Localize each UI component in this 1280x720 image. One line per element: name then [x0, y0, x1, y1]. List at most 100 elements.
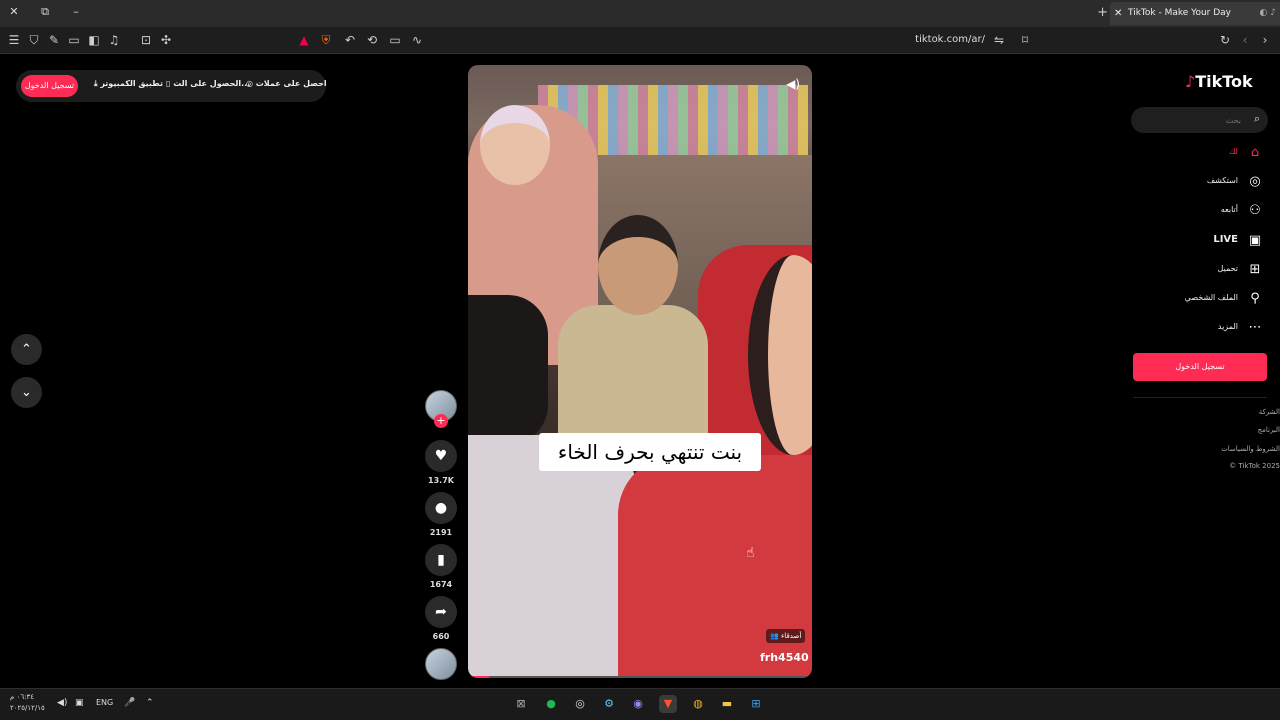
bookmark-icon: ▮ [437, 552, 445, 568]
like-button[interactable]: ♥ [425, 440, 457, 472]
brave-rewards-icon[interactable]: ▲ [296, 32, 312, 48]
browser-tab-tiktok[interactable]: ✕ TikTok - Make Your Day ◐ ♪ [1110, 2, 1280, 25]
sidebar-item-for-you[interactable]: لك ⌂ [1130, 143, 1270, 165]
footer-link-company[interactable]: الشركة [1200, 408, 1280, 416]
site-settings-icon[interactable]: ⇋ [991, 32, 1007, 48]
friends-icon: 👥 [770, 632, 779, 640]
game-app-icon[interactable]: ◎ [571, 695, 589, 713]
video-author[interactable]: frh4540 [760, 651, 809, 664]
footer-link-program[interactable]: البرنامج [1200, 426, 1280, 434]
next-video-button[interactable]: ⌄ [11, 377, 42, 408]
extensions-icon[interactable]: ✣ [158, 32, 174, 48]
like-count: 13.7K [428, 476, 454, 485]
address-bar-url[interactable]: tiktok.com/ar/ [870, 34, 985, 45]
music-icon[interactable]: ♫ [106, 32, 122, 48]
reload-icon[interactable]: ↻ [1217, 32, 1233, 48]
following-icon: ⚇ [1249, 203, 1261, 218]
save-button[interactable]: ▮ [425, 544, 457, 576]
live-icon: ▣ [1248, 233, 1262, 248]
translate-icon[interactable]: ⟲ [364, 32, 380, 48]
sidebar-login-button[interactable]: تسجيل الدخول [1133, 353, 1267, 381]
xbox-app-icon[interactable]: ⊠ [512, 695, 530, 713]
window-icon[interactable]: ▭ [66, 32, 82, 48]
tiktok-note-icon: ♪ [1185, 72, 1196, 91]
sidebar-item-explore[interactable]: استكشف ◎ [1130, 172, 1270, 194]
minimize-window-icon[interactable]: – [68, 5, 84, 18]
tab-close-icon[interactable]: ✕ [1114, 2, 1122, 25]
sidebar-item-label: استكشف [1206, 176, 1238, 185]
top-login-button[interactable]: تسجيل الدخول [21, 75, 78, 97]
sidebar-item-more[interactable]: المزيد ⋯ [1130, 318, 1270, 340]
nav-forward-icon[interactable]: › [1257, 32, 1273, 48]
screenshot-icon[interactable]: ⊡ [138, 32, 154, 48]
microphone-tray-icon[interactable]: 🎤 [124, 698, 135, 708]
get-app-link[interactable]: ▯ الحصول على الت... [166, 79, 250, 88]
chevron-down-icon: ⌄ [21, 385, 32, 400]
video-player[interactable]: بنت تنتهي بحرف الخاء ◀) 👥 أصدقاء frh4540 [468, 65, 812, 678]
comment-icon: ● [434, 500, 448, 516]
desktop-app-link[interactable]: ⤓ تطبيق الكمبيوتر [94, 79, 163, 89]
desktop-app-label: تطبيق الكمبيوتر [100, 79, 163, 88]
brave-shields-icon[interactable]: ⛨ [318, 32, 334, 48]
discord-app-icon[interactable]: ◉ [629, 695, 647, 713]
video-progress-fill [468, 676, 489, 678]
bookmark-icon[interactable]: ⌑ [1017, 32, 1033, 48]
steam-app-icon[interactable]: ⚙ [600, 695, 618, 713]
more-icon: ⋯ [1248, 320, 1262, 335]
tray-clock[interactable]: ٠٦:٣٤ م ٢٠٢٥/١٢/١٥ [10, 692, 45, 714]
windows-taskbar: ٠٦:٣٤ م ٢٠٢٥/١٢/١٥ ◀) ▣ ENG 🎤 ⌃ ⊠ ● ◎ ⚙ … [0, 688, 1280, 720]
compass-icon: ◎ [1249, 174, 1261, 189]
file-explorer-icon[interactable]: ▬ [718, 695, 736, 713]
sidebar-item-upload[interactable]: تحميل ⊞ [1130, 260, 1270, 282]
tray-date: ٢٠٢٥/١٢/١٥ [10, 704, 45, 712]
save-count: 1674 [429, 580, 453, 589]
get-coins-link[interactable]: ◎ احصل على عملات [246, 79, 327, 88]
share-button[interactable]: ➦ [425, 596, 457, 628]
back-arrow-icon[interactable]: ↶ [342, 32, 358, 48]
volume-icon[interactable]: ◀) [786, 77, 800, 91]
previous-video-button[interactable]: ⌃ [11, 334, 42, 365]
tab-title: TikTok - Make Your Day [1128, 8, 1232, 18]
follow-plus-icon[interactable]: + [434, 414, 448, 428]
footer-link-terms[interactable]: الشروط والسياسات [1200, 445, 1280, 453]
video-progress-bar[interactable] [468, 676, 812, 678]
network-tray-icon[interactable]: ▣ [75, 698, 84, 708]
comment-count: 2191 [429, 528, 453, 537]
sidebar-item-live[interactable]: LIVE ▣ [1130, 231, 1270, 253]
comment-button[interactable]: ● [425, 492, 457, 524]
close-window-icon[interactable]: ✕ [6, 5, 22, 18]
volume-tray-icon[interactable]: ◀) [57, 698, 67, 708]
sidebar-icon[interactable]: ◧ [86, 32, 102, 48]
windows-start-icon[interactable]: ⊞ [747, 695, 765, 713]
reader-icon[interactable]: ▭ [387, 32, 403, 48]
search-box[interactable]: ⌕ [1131, 107, 1268, 133]
sidebar-item-profile[interactable]: الملف الشخصي ⚲ [1130, 289, 1270, 311]
pen-icon[interactable]: ✎ [46, 32, 62, 48]
menu-icon[interactable]: ☰ [6, 32, 22, 48]
video-caption: بنت تنتهي بحرف الخاء [539, 433, 761, 471]
tiktok-logo[interactable]: ♪TikTok [1185, 72, 1253, 91]
sidebar-item-following[interactable]: أتابعه ⚇ [1130, 201, 1270, 223]
shield-icon[interactable]: ⛉ [26, 32, 42, 48]
footer-copyright: © TikTok 2025 [1229, 462, 1280, 470]
browser-toolbar: ☰ ⛉ ✎ ▭ ◧ ♫ ⊡ ✣ ▲ ⛨ ↶ ⟲ ▭ ∿ tiktok.com/a… [0, 27, 1280, 54]
chrome-app-icon[interactable]: ◍ [689, 695, 707, 713]
brave-app-icon[interactable]: ▼ [659, 695, 677, 713]
spotify-app-icon[interactable]: ● [542, 695, 560, 713]
sidebar-item-label: LIVE [1213, 234, 1238, 245]
chevron-up-tray-icon[interactable]: ⌃ [146, 698, 154, 708]
upload-icon: ⊞ [1249, 262, 1261, 277]
music-disc-avatar[interactable] [425, 648, 457, 680]
search-icon[interactable]: ⌕ [1254, 112, 1260, 126]
restore-window-icon[interactable]: ⧉ [37, 5, 53, 19]
language-indicator[interactable]: ENG [96, 698, 113, 707]
video-scene-figure [480, 105, 550, 185]
tab-favicon-icon: ◐ ♪ [1259, 8, 1276, 18]
pen-tool-icon[interactable]: ∿ [409, 32, 425, 48]
new-tab-button[interactable]: + [1097, 5, 1108, 20]
nav-back-icon[interactable]: ‹ [1237, 32, 1253, 48]
sidebar-item-label: المزيد [1217, 322, 1238, 331]
friends-badge: 👥 أصدقاء [766, 629, 806, 643]
search-input[interactable] [1139, 111, 1241, 129]
video-scene-figure [598, 215, 678, 315]
